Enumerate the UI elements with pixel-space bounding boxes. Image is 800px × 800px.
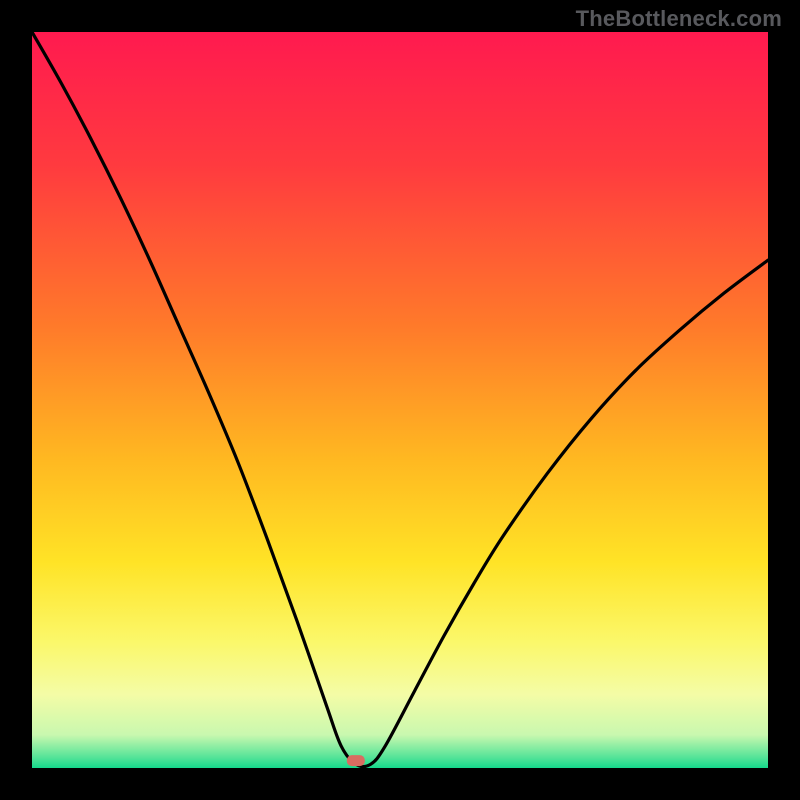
chart-frame: { "watermark": "TheBottleneck.com", "col… [0, 0, 800, 800]
optimal-marker [347, 755, 365, 766]
plot-background [32, 32, 768, 768]
bottleneck-chart [0, 0, 800, 800]
watermark-text: TheBottleneck.com [576, 6, 782, 32]
